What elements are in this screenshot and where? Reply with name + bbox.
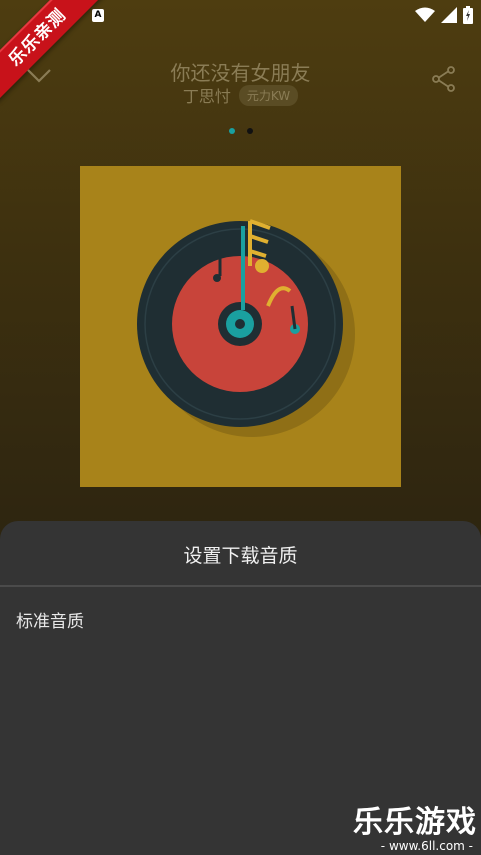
- divider: [0, 585, 481, 587]
- quality-badge: 元力KW: [238, 84, 299, 106]
- watermark-logo: 乐乐游戏: [353, 805, 477, 840]
- page-indicator: [0, 128, 481, 134]
- quality-option-standard[interactable]: 标准音质: [16, 607, 84, 632]
- page-dot[interactable]: [246, 128, 253, 134]
- artist-name[interactable]: 丁思忖: [183, 83, 231, 107]
- battery-icon: [463, 6, 473, 24]
- wifi-icon: [415, 7, 435, 22]
- artist-row: 丁思忖 元力KW: [0, 83, 481, 107]
- signal-icon: [441, 7, 457, 23]
- vinyl-record-icon: [137, 219, 355, 437]
- status-icons: [415, 6, 473, 24]
- player-header: 你还没有女朋友 丁思忖 元力KW: [0, 50, 481, 110]
- download-quality-sheet: 设置下载音质 标准音质 乐乐游戏 - www.6ll.com -: [0, 521, 481, 855]
- page-dot-active[interactable]: [228, 128, 235, 134]
- notification-a-icon: A: [92, 9, 104, 22]
- song-title: 你还没有女朋友: [170, 61, 311, 85]
- watermark-url: - www.6ll.com -: [380, 839, 473, 853]
- album-art: [80, 166, 401, 487]
- share-icon[interactable]: [431, 66, 457, 92]
- sheet-title: 设置下载音质: [183, 545, 298, 567]
